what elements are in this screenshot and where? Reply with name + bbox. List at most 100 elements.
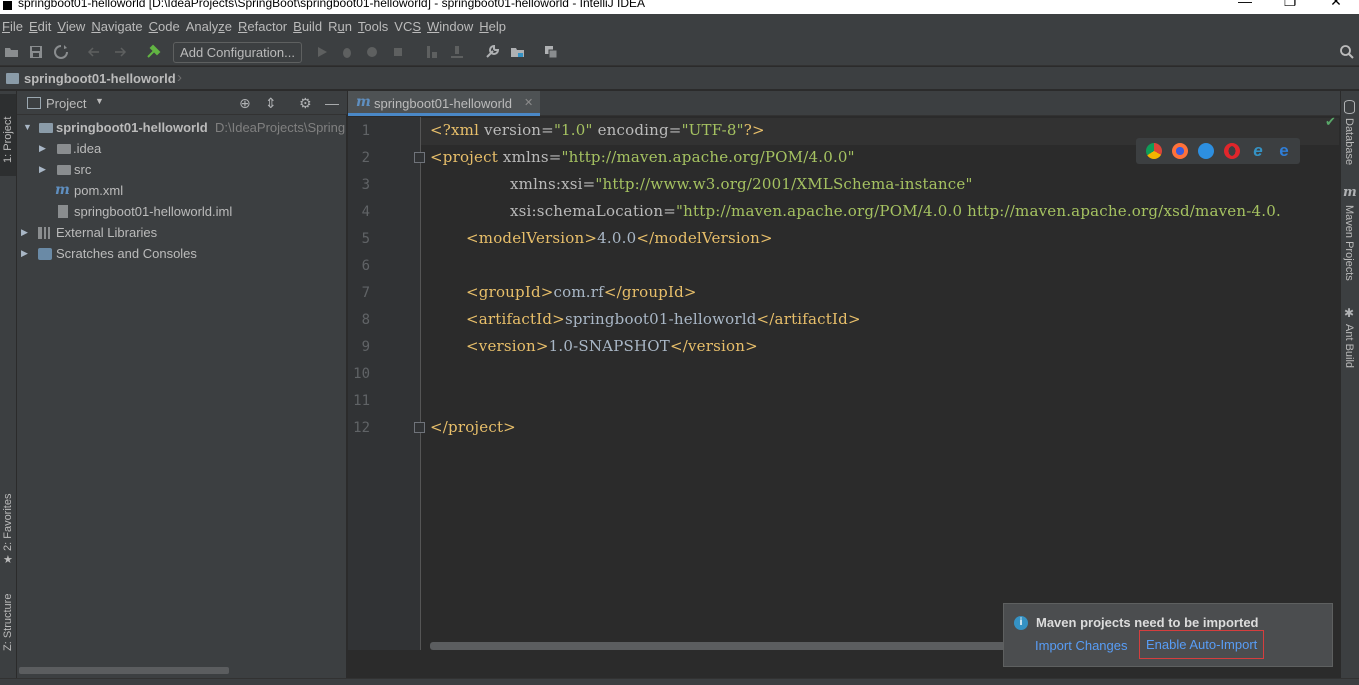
line-number: 10 — [353, 366, 370, 382]
project-tool-window: Project ▼ ⊕ ⇕ ⚙ — ▼ springboot01-hellowo… — [17, 91, 347, 685]
build-hammer-icon[interactable] — [145, 44, 161, 60]
tree-item-label: .idea — [73, 141, 102, 156]
menu-tools[interactable]: Tools — [358, 19, 394, 34]
tree-item-src[interactable]: ▶ src — [37, 159, 337, 180]
tree-item-external-libraries[interactable]: ▶ External Libraries — [19, 222, 339, 243]
code-line-2: <project xmlns="http://maven.apache.org/… — [430, 148, 855, 166]
line-number: 2 — [361, 150, 370, 166]
tree-item-label: pom.xml — [74, 183, 124, 198]
close-icon[interactable]: ✕ — [524, 96, 533, 109]
add-configuration-button[interactable]: Add Configuration... — [173, 42, 302, 63]
settings-wrench-icon[interactable] — [484, 44, 500, 60]
menu-view[interactable]: View — [57, 19, 91, 34]
enable-auto-import-link[interactable]: Enable Auto-Import — [1139, 630, 1265, 659]
debug-icon[interactable] — [339, 44, 355, 60]
line-number: 4 — [361, 204, 370, 220]
collapsed-arrow-icon[interactable]: ▶ — [21, 243, 28, 264]
search-icon[interactable] — [1339, 44, 1355, 60]
ant-build-tool-tab[interactable]: Ant Build — [1340, 324, 1359, 384]
chrome-icon[interactable] — [1146, 143, 1162, 159]
code-line-12: </project> — [430, 418, 516, 436]
menu-vcs[interactable]: VCS — [394, 19, 427, 34]
collapsed-arrow-icon[interactable]: ▶ — [39, 138, 46, 159]
coverage-icon[interactable] — [364, 44, 380, 60]
ant-icon: ✱ — [1344, 306, 1355, 320]
root-name: springboot01-helloworld — [56, 120, 208, 135]
project-structure-icon[interactable] — [424, 44, 440, 60]
folder-icon — [57, 144, 71, 154]
menu-run[interactable]: Run — [328, 19, 358, 34]
collapsed-arrow-icon[interactable]: ▶ — [21, 222, 28, 243]
collapsed-arrow-icon[interactable]: ▶ — [39, 159, 46, 180]
firefox-icon[interactable] — [1172, 143, 1188, 159]
menu-code[interactable]: Code — [149, 19, 186, 34]
project-structure-folder-icon[interactable] — [510, 44, 526, 60]
back-arrow-icon[interactable] — [86, 44, 102, 60]
tree-root-item[interactable]: ▼ springboot01-helloworld D:\IdeaProject… — [21, 117, 347, 138]
database-tool-tab[interactable]: Database — [1340, 118, 1359, 178]
menu-analyze[interactable]: Analyze — [186, 19, 238, 34]
stop-icon[interactable] — [390, 44, 406, 60]
gear-icon[interactable]: ⚙ — [299, 95, 312, 112]
menu-navigate[interactable]: Navigate — [91, 19, 148, 34]
maven-projects-tool-tab[interactable]: Maven Projects — [1340, 205, 1359, 295]
open-folder-icon[interactable] — [4, 44, 20, 60]
sync-icon[interactable] — [53, 44, 69, 60]
menu-file[interactable]: File — [2, 19, 29, 34]
close-window-button[interactable]: ✕ — [1326, 0, 1346, 12]
editor-horizontal-scrollbar[interactable] — [430, 642, 1010, 650]
notification-title: Maven projects need to be imported — [1036, 615, 1259, 630]
expanded-arrow-icon[interactable]: ▼ — [23, 117, 32, 138]
menu-window[interactable]: Window — [427, 19, 479, 34]
tree-item-idea[interactable]: ▶ .idea — [37, 138, 337, 159]
code-editor[interactable] — [421, 117, 1339, 650]
maximize-button[interactable]: ❐ — [1280, 0, 1300, 12]
locate-target-icon[interactable]: ⊕ — [239, 95, 251, 112]
maven-icon: m — [1343, 185, 1357, 200]
menu-refactor[interactable]: Refactor — [238, 19, 293, 34]
tree-item-scratches[interactable]: ▶ Scratches and Consoles — [19, 243, 339, 264]
fold-marker-icon[interactable] — [414, 152, 425, 163]
chevron-down-icon[interactable]: ▼ — [95, 96, 104, 106]
project-panel-title[interactable]: Project — [46, 96, 86, 111]
left-tool-stripe: 1: Project 2: Favorites ★ Z: Structure — [0, 91, 17, 685]
navigation-bar: springboot01-helloworld › — [0, 67, 1359, 90]
module-folder-icon — [39, 123, 53, 133]
menu-edit[interactable]: Edit — [29, 19, 57, 34]
tree-item-iml[interactable]: springboot01-helloworld.iml — [57, 201, 337, 222]
download-icon[interactable] — [449, 44, 465, 60]
menu-build[interactable]: Build — [293, 19, 328, 34]
opera-icon[interactable] — [1224, 143, 1240, 159]
code-line-1: <?xml version="1.0" encoding="UTF-8"?> — [430, 121, 765, 139]
tab-pom-xml[interactable]: m springboot01-helloworld ✕ — [348, 91, 540, 116]
forward-arrow-icon[interactable] — [112, 44, 128, 60]
tree-item-pom[interactable]: m pom.xml — [55, 180, 335, 201]
menu-help[interactable]: Help — [479, 19, 512, 34]
line-number: 9 — [361, 339, 370, 355]
code-line-9: <version>1.0-SNAPSHOT</version> — [466, 337, 758, 355]
code-line-7: <groupId>com.rf</groupId> — [466, 283, 697, 301]
module-folder-icon — [6, 73, 19, 84]
tree-item-label: Scratches and Consoles — [56, 246, 197, 261]
maven-file-icon: m — [356, 94, 371, 110]
internet-explorer-icon[interactable]: e — [1250, 142, 1266, 159]
project-horizontal-scrollbar[interactable] — [19, 667, 229, 674]
library-icon — [38, 227, 52, 239]
line-number: 3 — [361, 177, 370, 193]
import-changes-link[interactable]: Import Changes — [1035, 638, 1128, 653]
run-icon[interactable] — [314, 44, 330, 60]
project-panel-header: Project ▼ ⊕ ⇕ ⚙ — — [17, 91, 347, 115]
fold-marker-icon[interactable] — [414, 422, 425, 433]
line-number: 5 — [361, 231, 370, 247]
code-line-4: xsi:schemaLocation="http://maven.apache.… — [510, 202, 1281, 220]
breadcrumb-project[interactable]: springboot01-helloworld — [24, 71, 176, 86]
line-number: 7 — [361, 285, 370, 301]
hide-panel-icon[interactable]: — — [325, 95, 339, 111]
safari-icon[interactable] — [1198, 143, 1214, 159]
minimize-button[interactable]: — — [1235, 0, 1255, 12]
edge-icon[interactable]: e — [1276, 142, 1292, 159]
save-icon[interactable] — [28, 44, 44, 60]
line-number: 11 — [353, 393, 370, 409]
vcs-icon[interactable] — [543, 44, 559, 60]
collapse-all-icon[interactable]: ⇕ — [265, 95, 277, 112]
